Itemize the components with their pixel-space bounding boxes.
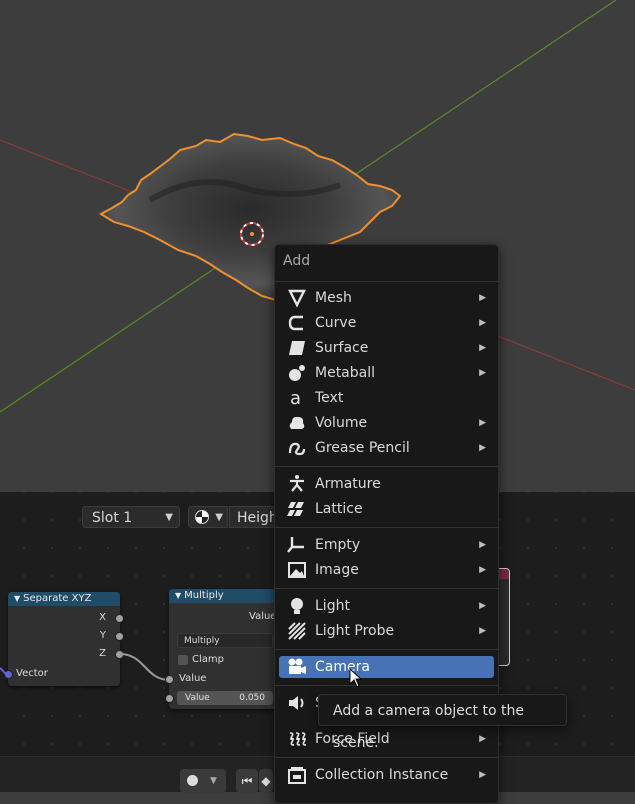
value-field-label: Value <box>185 693 210 703</box>
output-value-label: Value <box>249 611 277 622</box>
menu-item-surface[interactable]: Surface ▶ <box>279 337 494 359</box>
menu-item-text[interactable]: a Text <box>279 387 494 409</box>
clamp-checkbox[interactable] <box>178 655 188 665</box>
node-link <box>119 653 171 681</box>
menu-item-metaball[interactable]: Metaball ▶ <box>279 362 494 384</box>
menu-item-force-field[interactable]: Force Field ▶ <box>279 728 494 750</box>
menu-item-image[interactable]: Image ▶ <box>279 559 494 581</box>
menu-separator <box>275 757 498 758</box>
clamp-label: Clamp <box>192 654 224 665</box>
input-value-label: Value <box>179 673 207 684</box>
auto-keying-button[interactable]: ▼ <box>180 769 226 793</box>
empty-icon <box>287 537 304 553</box>
grease-pencil-icon <box>288 442 306 456</box>
menu-item-camera[interactable]: Camera <box>279 656 494 678</box>
lattice-icon <box>287 502 304 516</box>
menu-item-label: Empty <box>315 537 361 553</box>
submenu-arrow-icon: ▶ <box>479 368 486 378</box>
menu-item-label: Light <box>315 598 350 614</box>
input-socket-value-1[interactable] <box>165 675 174 684</box>
menu-item-light[interactable]: Light ▶ <box>279 595 494 617</box>
speaker-icon <box>289 696 304 710</box>
menu-item-label: Image <box>315 562 359 578</box>
jump-to-start-button[interactable]: ⏮ <box>236 769 258 793</box>
submenu-arrow-icon: ▶ <box>479 540 486 550</box>
node-header[interactable]: ▼ Multiply <box>169 589 279 603</box>
menu-item-curve[interactable]: Curve ▶ <box>279 312 494 334</box>
menu-item-label: Volume <box>315 415 368 431</box>
menu-item-light-probe[interactable]: Light Probe ▶ <box>279 620 494 642</box>
submenu-arrow-icon: ▶ <box>479 343 486 353</box>
collection-instance-icon <box>288 767 306 784</box>
node-link-vector <box>0 667 7 675</box>
menu-separator <box>275 466 498 467</box>
curve-icon <box>288 315 303 331</box>
submenu-arrow-icon: ▶ <box>479 565 486 575</box>
metaball-icon <box>289 365 305 381</box>
menu-item-label: Light Probe <box>315 623 395 639</box>
menu-item-lattice[interactable]: Lattice <box>279 498 494 520</box>
menu-separator <box>275 281 498 282</box>
keyframe-prev-button[interactable]: ◆ <box>259 769 273 793</box>
menu-separator <box>275 527 498 528</box>
menu-item-label: Text <box>315 390 344 406</box>
math-multiply-node[interactable]: ▼ Multiply Value Multiply Clamp Value Val… <box>165 589 279 709</box>
submenu-arrow-icon: ▶ <box>479 601 486 611</box>
text-icon: a <box>290 388 301 408</box>
add-menu-title: Add <box>283 253 311 269</box>
light-icon <box>291 598 303 614</box>
image-icon <box>288 562 306 578</box>
menu-item-collection-instance[interactable]: Collection Instance ▶ <box>279 764 494 786</box>
menu-item-empty[interactable]: Empty ▶ <box>279 534 494 556</box>
keyframe-icon: ◆ <box>261 774 271 788</box>
operation-label: Multiply <box>184 636 220 646</box>
menu-item-volume[interactable]: Volume ▶ <box>279 412 494 434</box>
value-field-number: 0.050 <box>239 693 265 703</box>
menu-item-label: Armature <box>315 476 381 492</box>
mesh-icon <box>288 289 306 308</box>
light-probe-icon <box>288 622 306 640</box>
jump-start-icon: ⏮ <box>241 774 253 788</box>
force-field-icon <box>289 732 307 746</box>
menu-item-label: Grease Pencil <box>315 440 410 456</box>
collapse-icon[interactable]: ▼ <box>175 591 181 600</box>
armature-icon <box>290 475 304 492</box>
menu-item-label: Mesh <box>315 290 352 306</box>
camera-tooltip: Add a camera object to the scene. <box>318 694 567 751</box>
submenu-arrow-icon: ▶ <box>479 734 486 744</box>
volume-icon <box>289 416 305 429</box>
camera-icon <box>288 658 306 674</box>
menu-item-label: Lattice <box>315 501 363 517</box>
menu-item-mesh[interactable]: Mesh ▶ <box>279 287 494 309</box>
operation-select[interactable]: Multiply <box>177 633 273 648</box>
menu-separator <box>275 588 498 589</box>
value-field[interactable]: Value 0.050 <box>177 691 273 705</box>
chevron-down-icon: ▼ <box>210 776 217 786</box>
menu-item-label: Metaball <box>315 365 376 381</box>
menu-item-label: Curve <box>315 315 357 331</box>
submenu-arrow-icon: ▶ <box>479 770 486 780</box>
menu-item-armature[interactable]: Armature <box>279 473 494 495</box>
svg-text:a: a <box>290 388 301 408</box>
menu-item-label: Surface <box>315 340 369 356</box>
submenu-arrow-icon: ▶ <box>479 293 486 303</box>
menu-item-label: Collection Instance <box>315 767 449 783</box>
submenu-arrow-icon: ▶ <box>479 318 486 328</box>
submenu-arrow-icon: ▶ <box>479 418 486 428</box>
menu-separator <box>275 685 498 686</box>
surface-icon <box>289 341 305 355</box>
menu-separator <box>275 649 498 650</box>
input-socket-value-2[interactable] <box>165 694 174 703</box>
menu-item-grease-pencil[interactable]: Grease Pencil ▶ <box>279 437 494 459</box>
submenu-arrow-icon: ▶ <box>479 626 486 636</box>
submenu-arrow-icon: ▶ <box>479 443 486 453</box>
record-icon <box>187 775 198 786</box>
mouse-pointer-icon <box>349 668 363 688</box>
node-title: Multiply <box>184 590 224 601</box>
